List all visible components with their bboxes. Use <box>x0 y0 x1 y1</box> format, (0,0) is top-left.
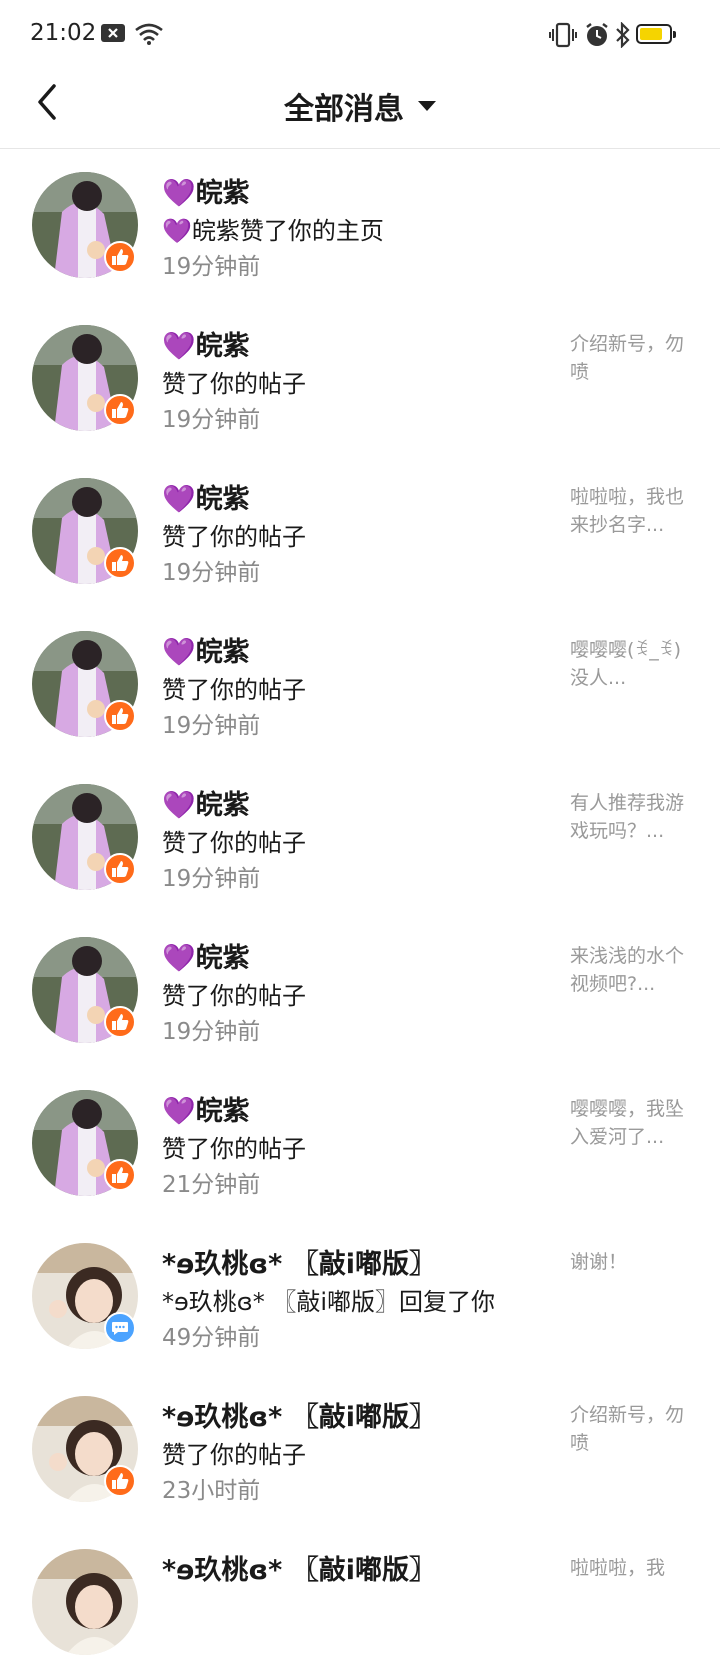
message-time: 19分钟前 <box>162 560 261 586</box>
chat-bubble-icon <box>112 1322 128 1335</box>
post-preview[interactable]: 介绍新号，勿喷 <box>570 1401 688 1457</box>
username[interactable]: 💜皖紫 <box>162 936 250 975</box>
message-action: *ɘ玖桃ɞ* 〖敲i嘟版〗回复了你 <box>162 1288 495 1316</box>
thumbs-up-icon <box>112 1473 129 1489</box>
post-preview[interactable]: 嘤嘤嘤，我坠入爱河了... <box>570 1095 688 1151</box>
message-row[interactable]: 💜皖紫 赞了你的帖子 19分钟前 啦啦啦，我也来抄名字... <box>0 455 720 608</box>
like-badge <box>104 241 136 273</box>
post-preview[interactable]: 来浅浅的水个视频吧?... <box>570 942 688 998</box>
like-badge <box>104 853 136 885</box>
message-time: 19分钟前 <box>162 254 261 280</box>
vibrate-icon <box>549 22 577 48</box>
notification-close-icon <box>101 24 125 42</box>
like-badge <box>104 547 136 579</box>
wifi-icon <box>135 23 163 45</box>
message-row[interactable]: 💜皖紫 赞了你的帖子 19分钟前 介绍新号，勿喷 <box>0 302 720 455</box>
header: 全部消息 <box>0 70 720 149</box>
message-time: 19分钟前 <box>162 713 261 739</box>
message-action: 赞了你的帖子 <box>162 676 306 704</box>
page-title: 全部消息 <box>284 92 404 127</box>
message-time: 23小时前 <box>162 1478 261 1504</box>
message-row[interactable]: 💜皖紫 赞了你的帖子 19分钟前 嘤嘤嘤(ꉂ_ꉂ)没人... <box>0 608 720 761</box>
username[interactable]: 💜皖紫 <box>162 783 250 822</box>
battery-icon <box>636 24 676 44</box>
like-badge <box>104 1465 136 1497</box>
thumbs-up-icon <box>112 708 129 724</box>
post-preview[interactable]: 啦啦啦，我 <box>570 1554 688 1582</box>
post-preview[interactable]: 谢谢！ <box>570 1248 688 1276</box>
thumbs-up-icon <box>112 249 129 265</box>
like-badge <box>104 394 136 426</box>
message-time: 19分钟前 <box>162 866 261 892</box>
status-bar: 21:02 <box>0 0 720 70</box>
username[interactable]: 💜皖紫 <box>162 630 250 669</box>
like-badge <box>104 700 136 732</box>
message-action: 赞了你的帖子 <box>162 523 306 551</box>
message-row[interactable]: *ɘ玖桃ɞ* 〖敲i嘟版〗 赞了你的帖子 23小时前 介绍新号，勿喷 <box>0 1373 720 1526</box>
message-row[interactable]: *ɘ玖桃ɞ* 〖敲i嘟版〗 啦啦啦，我 <box>0 1526 720 1679</box>
avatar[interactable] <box>32 1549 138 1655</box>
post-preview[interactable]: 啦啦啦，我也来抄名字... <box>570 483 688 539</box>
message-row[interactable]: 💜皖紫 赞了你的帖子 19分钟前 有人推荐我游戏玩吗？... <box>0 761 720 914</box>
thumbs-up-icon <box>112 1167 129 1183</box>
username[interactable]: 💜皖紫 <box>162 171 250 210</box>
username[interactable]: 💜皖紫 <box>162 324 250 363</box>
caret-down-icon <box>418 101 436 111</box>
post-preview[interactable]: 介绍新号，勿喷 <box>570 330 688 386</box>
post-preview[interactable]: 有人推荐我游戏玩吗？... <box>570 789 688 845</box>
status-time: 21:02 <box>30 20 97 46</box>
message-row[interactable]: 💜皖紫 💜皖紫赞了你的主页 19分钟前 <box>0 149 720 302</box>
thumbs-up-icon <box>112 402 129 418</box>
title-dropdown[interactable]: 全部消息 <box>0 84 720 128</box>
message-action: 💜皖紫赞了你的主页 <box>162 217 384 245</box>
message-row[interactable]: 💜皖紫 赞了你的帖子 21分钟前 嘤嘤嘤，我坠入爱河了... <box>0 1067 720 1220</box>
message-row[interactable]: *ɘ玖桃ɞ* 〖敲i嘟版〗 *ɘ玖桃ɞ* 〖敲i嘟版〗回复了你 49分钟前 谢谢… <box>0 1220 720 1373</box>
message-time: 19分钟前 <box>162 1019 261 1045</box>
message-list: 💜皖紫 💜皖紫赞了你的主页 19分钟前 💜皖紫 赞了你的帖子 19分钟前 介绍新… <box>0 149 720 1679</box>
username[interactable]: 💜皖紫 <box>162 477 250 516</box>
username[interactable]: *ɘ玖桃ɞ* 〖敲i嘟版〗 <box>162 1395 436 1434</box>
alarm-icon <box>586 23 608 46</box>
thumbs-up-icon <box>112 555 129 571</box>
username[interactable]: 💜皖紫 <box>162 1089 250 1128</box>
username[interactable]: *ɘ玖桃ɞ* 〖敲i嘟版〗 <box>162 1548 436 1587</box>
thumbs-up-icon <box>112 861 129 877</box>
message-action: 赞了你的帖子 <box>162 982 306 1010</box>
message-action: 赞了你的帖子 <box>162 1441 306 1469</box>
like-badge <box>104 1006 136 1038</box>
message-row[interactable]: 💜皖紫 赞了你的帖子 19分钟前 来浅浅的水个视频吧?... <box>0 914 720 1067</box>
post-preview[interactable]: 嘤嘤嘤(ꉂ_ꉂ)没人... <box>570 636 688 692</box>
username[interactable]: *ɘ玖桃ɞ* 〖敲i嘟版〗 <box>162 1242 436 1281</box>
reply-badge <box>104 1312 136 1344</box>
bluetooth-icon <box>616 22 630 48</box>
message-action: 赞了你的帖子 <box>162 370 306 398</box>
message-time: 19分钟前 <box>162 407 261 433</box>
thumbs-up-icon <box>112 1014 129 1030</box>
message-action: 赞了你的帖子 <box>162 1135 306 1163</box>
like-badge <box>104 1159 136 1191</box>
message-time: 49分钟前 <box>162 1325 261 1351</box>
message-action: 赞了你的帖子 <box>162 829 306 857</box>
message-time: 21分钟前 <box>162 1172 261 1198</box>
